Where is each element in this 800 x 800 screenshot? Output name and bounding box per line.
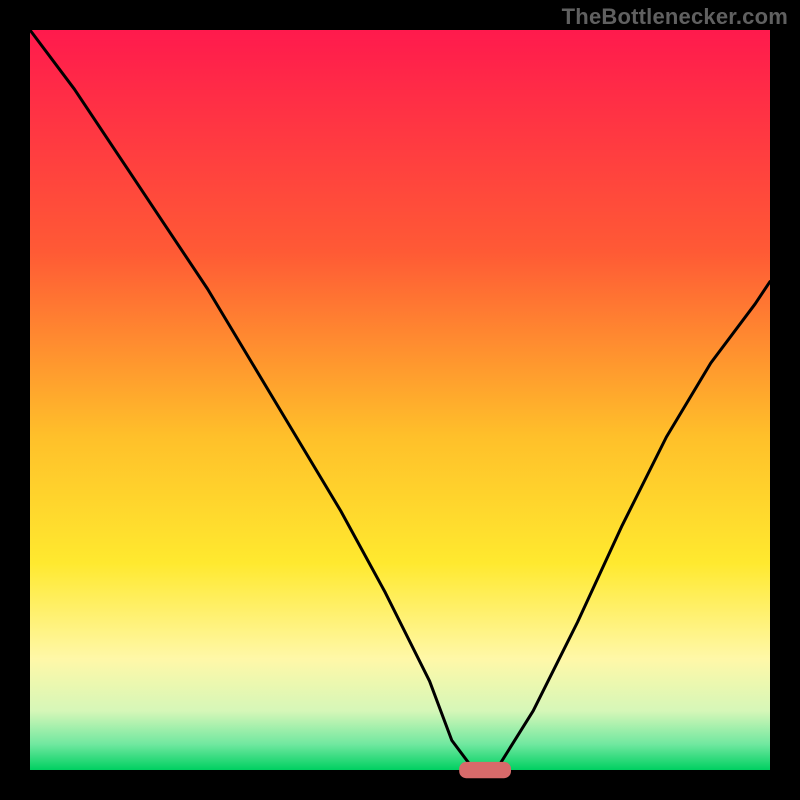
bottleneck-chart [0,0,800,800]
plot-background [30,30,770,770]
watermark-text: TheBottlenecker.com [562,4,788,30]
optimal-range-marker [459,762,511,778]
chart-frame: TheBottlenecker.com [0,0,800,800]
